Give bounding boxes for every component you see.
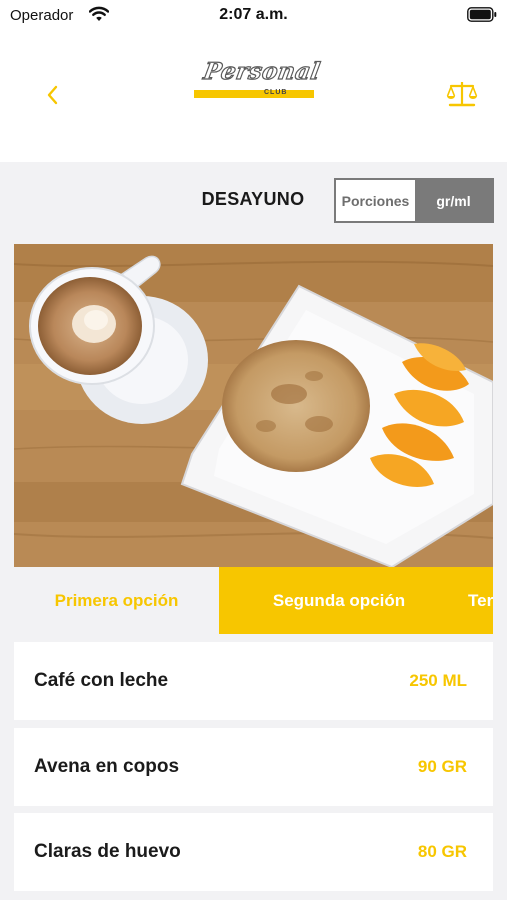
nav-bar: Personal CLUB: [0, 32, 507, 162]
logo-bar: [194, 90, 314, 98]
food-amount: 90 GR: [417, 757, 467, 776]
status-time: 2:07 a.m.: [219, 6, 288, 23]
logo-subtext: CLUB: [264, 89, 288, 96]
tab-primera-opcion[interactable]: Primera opción: [14, 567, 219, 634]
food-row: Claras de huevo 80 GR: [14, 813, 493, 891]
food-name: Avena en copos: [34, 756, 180, 777]
scale-icon[interactable]: [446, 78, 478, 110]
options-tabs: Primera opción Segunda opción Ter: [14, 567, 493, 634]
back-button[interactable]: [38, 80, 68, 110]
meal-photo: [14, 244, 493, 567]
unit-porciones-button[interactable]: Porciones: [336, 180, 415, 221]
food-name: Café con leche: [34, 670, 169, 691]
food-row: Café con leche 250 ML: [14, 642, 493, 720]
chevron-left-icon: [47, 85, 58, 105]
food-amount: 80 GR: [417, 842, 467, 861]
tab-tercera-opcion[interactable]: Ter: [459, 567, 493, 634]
food-name: Claras de huevo: [34, 841, 181, 862]
personal-club-logo: Personal CLUB: [190, 57, 323, 106]
food-amount: 250 ML: [409, 671, 467, 690]
logo-text: Personal: [201, 57, 323, 85]
unit-toggle[interactable]: Porciones gr/ml: [334, 178, 494, 223]
meal-title: DESAYUNO: [201, 189, 305, 209]
unit-grml-button[interactable]: gr/ml: [415, 180, 492, 221]
food-row: Avena en copos 90 GR: [14, 728, 493, 806]
battery-icon: [467, 7, 497, 22]
status-bar: Operador 2:07 a.m.: [0, 0, 507, 32]
tab-segunda-opcion[interactable]: Segunda opción: [219, 567, 459, 634]
